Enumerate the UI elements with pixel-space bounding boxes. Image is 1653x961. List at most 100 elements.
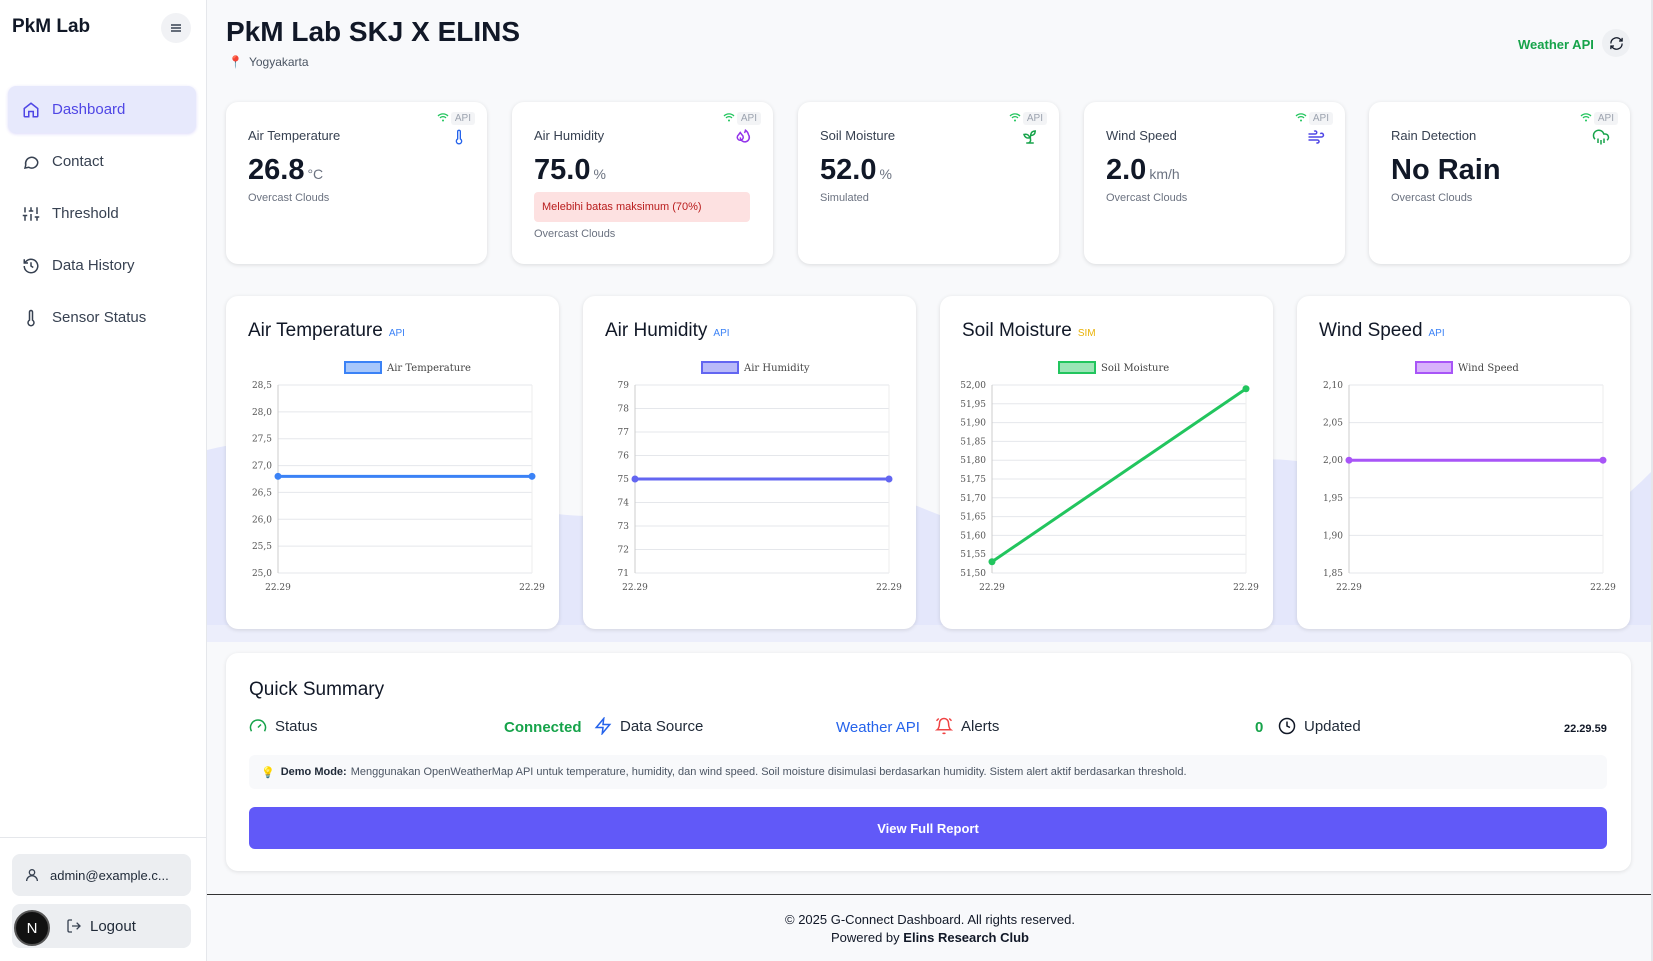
sidebar: PkM Lab Dashboard Contact Threshold Data… xyxy=(0,0,207,961)
data-point xyxy=(1242,385,1250,393)
sidebar-item-threshold[interactable]: Threshold xyxy=(8,190,196,237)
stat-label: Air Temperature xyxy=(248,128,341,143)
y-tick-label: 75 xyxy=(618,475,630,485)
summary-status-label: Status xyxy=(275,717,318,735)
x-tick-label: 22.29 xyxy=(979,583,1005,593)
data-point xyxy=(988,558,996,566)
sidebar-item-data-history[interactable]: Data History xyxy=(8,242,196,289)
alarm-icon xyxy=(935,717,953,735)
stat-number: 75.0 xyxy=(534,154,591,186)
chart-plot: Air Temperature 28,5 28,0 27,5 27,0 26,5 26,0 2… xyxy=(252,361,545,593)
chart-card-air-temperature: Air Temperature API Air Temperature 28,5 28… xyxy=(226,296,559,629)
summary-status: Status xyxy=(249,717,318,735)
y-tick-label: 72 xyxy=(618,546,629,556)
stat-unit: % xyxy=(593,166,606,182)
legend-label: Air Humidity xyxy=(743,363,810,374)
stat-value: 75.0% xyxy=(534,154,606,187)
stat-unit: km/h xyxy=(1149,166,1180,182)
summary-updated: Updated xyxy=(1278,717,1361,735)
summary-alerts-label: Alerts xyxy=(961,717,1000,735)
refresh-button[interactable] xyxy=(1602,29,1630,57)
sidebar-nav: Dashboard Contact Threshold Data History… xyxy=(8,86,196,346)
summary-source-label: Data Source xyxy=(620,717,704,735)
legend-swatch xyxy=(701,361,739,374)
chart-card-soil-moisture: Soil Moisture SIM Soil Moisture 52,00 51,95… xyxy=(940,296,1273,629)
stat-card-air-temperature: API Air Temperature 26.8 °C Overcast Clou… xyxy=(226,102,487,264)
menu-toggle-button[interactable] xyxy=(161,13,191,43)
sidebar-item-dashboard[interactable]: Dashboard xyxy=(8,86,196,133)
legend-label: Soil Moisture xyxy=(1101,363,1169,374)
summary-status-value: Connected xyxy=(504,719,582,736)
footer-powered: Powered by Elins Research Club xyxy=(207,929,1653,947)
summary-alerts-value: 0 xyxy=(1255,719,1264,736)
quick-summary-card: Quick Summary Status Connected Data Sour… xyxy=(226,653,1631,871)
thermometer-icon xyxy=(455,129,463,145)
api-badge: API xyxy=(736,112,761,125)
stat-subtext: Overcast Clouds xyxy=(1391,192,1473,204)
x-tick-label: 22.29 xyxy=(622,583,648,593)
avatar[interactable]: N xyxy=(14,910,50,946)
chart-plot: Air Humidity 79 78 77 76 75 74 73 72 71 22.29 22.29 xyxy=(618,361,902,593)
chart-plot: Soil Moisture 52,00 51,95 51,90 51,85 51,80 51… xyxy=(960,361,1259,593)
y-tick-label: 26,5 xyxy=(252,488,272,498)
chart-plot: Wind Speed 2,10 2,05 2,00 1,95 1,90 1,85 22.29 2… xyxy=(1323,361,1616,593)
clock-icon xyxy=(1278,717,1296,735)
y-tick-label: 79 xyxy=(618,381,630,391)
cloud-rain-icon xyxy=(1592,129,1610,145)
y-tick-label: 78 xyxy=(618,405,630,415)
demo-mode-note: 💡 Demo Mode: Menggunakan OpenWeatherMap … xyxy=(249,755,1607,789)
stat-number: 52.0 xyxy=(820,154,877,186)
sidebar-item-label: Contact xyxy=(52,153,104,170)
y-tick-label: 51,60 xyxy=(960,531,986,541)
sidebar-item-sensor-status[interactable]: Sensor Status xyxy=(8,294,196,341)
home-icon xyxy=(23,101,39,117)
view-full-report-button[interactable]: View Full Report xyxy=(249,807,1607,849)
wind-icon xyxy=(1308,130,1325,144)
data-point xyxy=(528,472,536,480)
stat-number: 26.8 xyxy=(248,154,305,186)
summary-updated-label: Updated xyxy=(1304,717,1361,735)
y-tick-label: 1,95 xyxy=(1323,494,1343,504)
y-tick-label: 51,95 xyxy=(960,400,986,410)
y-tick-label: 25,5 xyxy=(252,542,272,552)
y-tick-label: 25,0 xyxy=(252,569,272,579)
sidebar-item-label: Sensor Status xyxy=(52,309,147,326)
threshold-alert: Melebihi batas maksimum (70%) xyxy=(534,192,750,222)
x-tick-label: 22.29 xyxy=(265,583,291,593)
sidebar-item-contact[interactable]: Contact xyxy=(8,138,196,185)
page-title: PkM Lab SKJ X ELINS xyxy=(226,16,521,47)
sidebar-item-label: Threshold xyxy=(52,205,119,222)
y-tick-label: 51,75 xyxy=(960,475,986,485)
stat-card-rain-detection: API Rain Detection No Rain Overcast Clou… xyxy=(1369,102,1630,264)
stat-label: Wind Speed xyxy=(1106,128,1177,143)
y-tick-label: 27,5 xyxy=(252,435,272,445)
stat-number: 2.0 xyxy=(1106,154,1147,186)
wifi-icon xyxy=(723,113,735,122)
y-tick-label: 2,10 xyxy=(1323,381,1343,391)
chat-icon xyxy=(23,156,39,169)
y-tick-label: 76 xyxy=(618,452,630,462)
demo-mode-title: Demo Mode: xyxy=(280,766,347,778)
footer-powered-by: Elins Research Club xyxy=(903,930,1029,945)
wifi-icon xyxy=(1580,113,1592,122)
wifi-icon xyxy=(1295,113,1307,122)
y-tick-label: 28,0 xyxy=(252,408,272,418)
wifi-icon xyxy=(1009,113,1021,122)
user-account[interactable]: admin@example.c... xyxy=(12,854,191,896)
y-tick-label: 1,90 xyxy=(1323,531,1343,541)
x-tick-label: 22.29 xyxy=(1336,583,1362,593)
brand-title: PkM Lab xyxy=(12,16,91,37)
data-source-label: Weather API xyxy=(1518,37,1594,52)
y-tick-label: 51,85 xyxy=(960,437,986,447)
stat-card-wind-speed: API Wind Speed 2.0 km/h Overcast Clouds xyxy=(1084,102,1345,264)
y-tick-label: 51,80 xyxy=(960,456,986,466)
map-pin-icon: 📍 xyxy=(228,55,243,69)
y-tick-label: 27,0 xyxy=(252,462,272,472)
data-point xyxy=(1345,456,1353,464)
y-tick-label: 51,65 xyxy=(960,513,986,523)
gauge-icon xyxy=(249,719,267,732)
legend-swatch xyxy=(1058,361,1096,374)
legend-label: Wind Speed xyxy=(1458,363,1519,374)
stat-value: No Rain xyxy=(1391,154,1501,187)
stat-subtext: Overcast Clouds xyxy=(248,192,330,204)
